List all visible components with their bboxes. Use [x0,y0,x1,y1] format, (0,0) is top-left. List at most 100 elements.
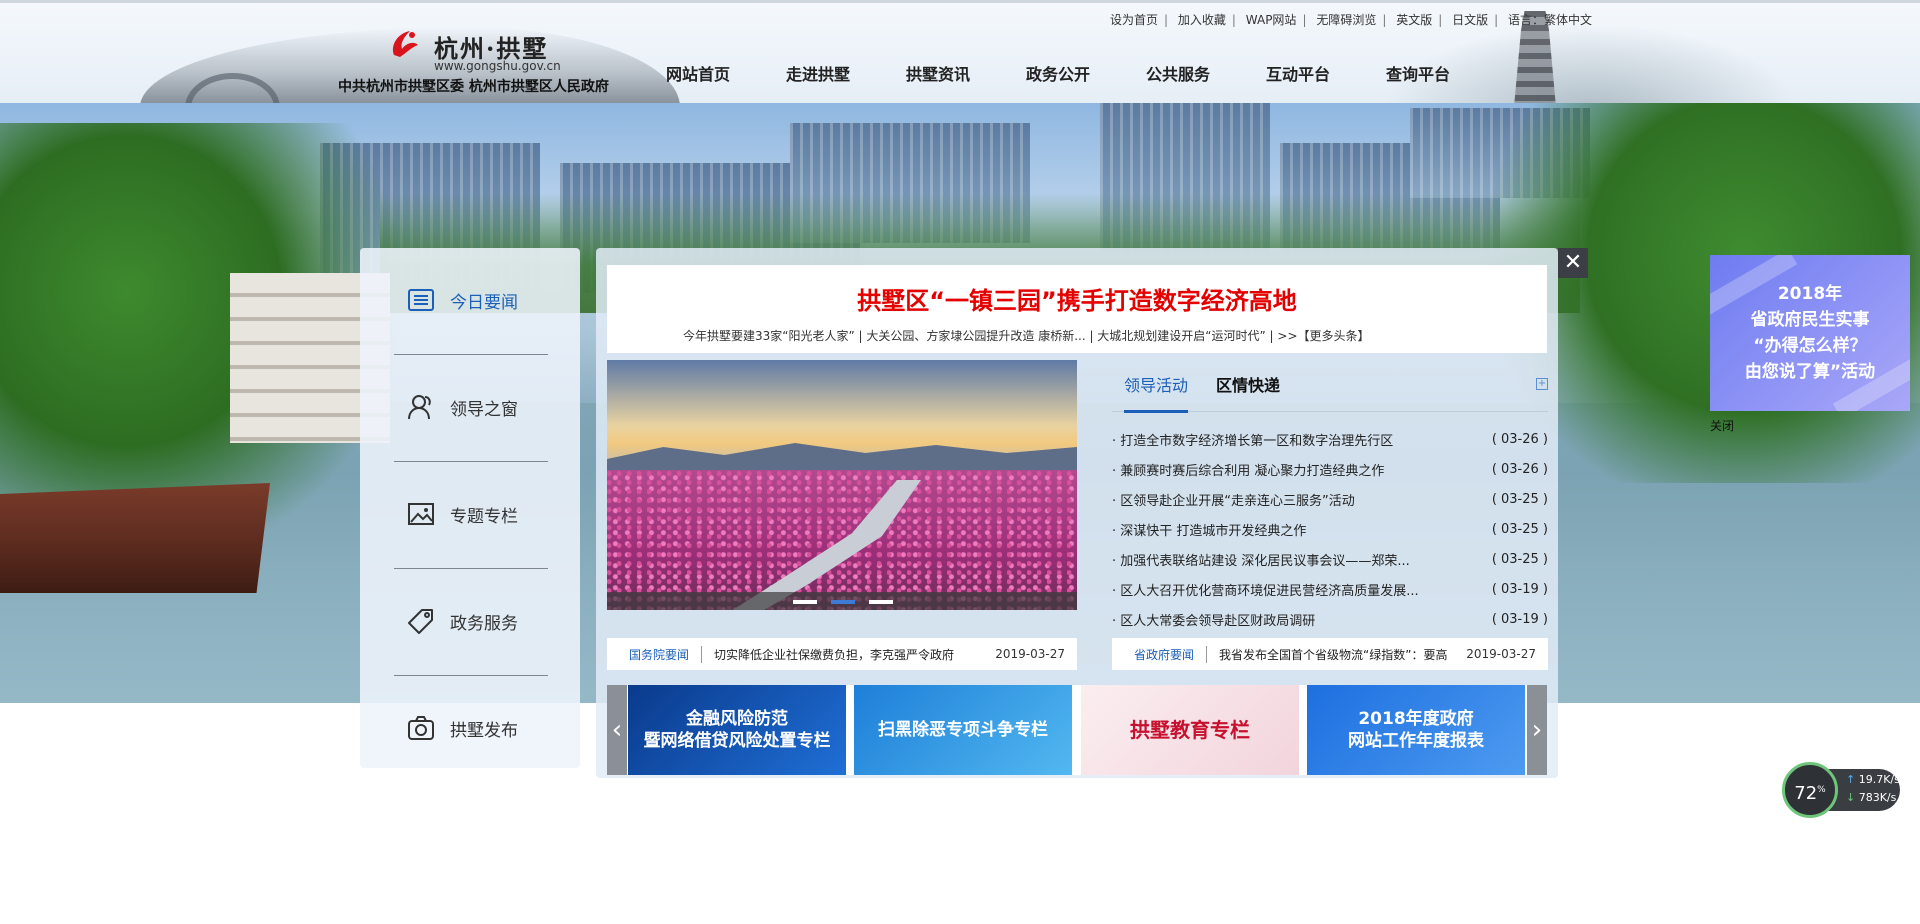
link-accessibility[interactable]: 无障碍浏览 [1316,13,1376,27]
list-item[interactable]: · 兼顾赛时赛后综合利用 凝心聚力打造经典之作 ( 03-26 ) [1112,454,1548,484]
ad-line: 由您说了算”活动 [1744,362,1876,382]
memory-usage-gauge: 72% [1782,762,1838,818]
site-logo[interactable]: 杭州·拱墅 www.gongshu.gov.cn [388,23,588,79]
top-links: 设为首页 | 加入收藏 | WAP网站 | 无障碍浏览 | 英文版 | 日文版 | 语言：繁… [1110,13,1592,27]
ticker-date: 2019-03-27 [995,647,1065,661]
boat-decoration [0,483,270,593]
sidebar-item-today-news[interactable]: 今日要闻 [406,285,556,315]
sidebar-item-label: 拱墅发布 [450,720,518,741]
news-date: ( 03-19 ) [1491,581,1548,597]
ad-text: 2018年 省政府民生实事 “办得怎么样？ 由您说了算”活动 [1710,281,1910,385]
download-value: 783 [1858,791,1880,804]
news-date: ( 03-26 ) [1491,461,1548,477]
ticker-state-council[interactable]: 国务院要闻 切实降低企业社保缴费负担，李克强严令政府 2019-03-27 [607,638,1077,670]
list-item[interactable]: · 深谋快干 打造城市开发经典之作 ( 03-25 ) [1112,514,1548,544]
ad-line: 省政府民生实事 [1750,310,1870,330]
nav-home[interactable]: 网站首页 [666,61,786,85]
news-date: ( 03-25 ) [1491,551,1548,567]
link-add-favorite[interactable]: 加入收藏 [1178,13,1226,27]
download-unit: K/s [1879,791,1897,804]
logo-url: www.gongshu.gov.cn [434,59,561,73]
sidebar-divider [394,354,548,355]
nav-interaction[interactable]: 互动平台 [1266,61,1386,85]
sidebar: 今日要闻 领导之窗 专题专栏 政务服务 拱墅发布 [360,248,580,768]
promo-line: 金融风险防范 [686,708,788,729]
promo-line: 暨网络借贷风险处置专栏 [643,731,831,751]
promo-line: 网站工作年度报表 [1348,731,1484,751]
nav-news[interactable]: 拱墅资讯 [906,61,1026,85]
nav-query[interactable]: 查询平台 [1386,61,1506,85]
upload-unit: K/s [1883,773,1900,786]
link-language-traditional[interactable]: 语言：繁体中文 [1508,13,1592,27]
sidebar-item-release[interactable]: 拱墅发布 [406,713,556,743]
list-item[interactable]: · 打造全市数字经济增长第一区和数字治理先行区 ( 03-26 ) [1112,424,1548,454]
list-item[interactable]: · 加强代表联络站建设 深化居民议事会议——郑荣... ( 03-25 ) [1112,544,1548,574]
link-set-homepage[interactable]: 设为首页 [1110,13,1158,27]
promo-next-button[interactable]: › [1527,685,1547,775]
sidebar-item-label: 领导之窗 [450,399,518,420]
promo-financial-risk[interactable]: 金融风险防范 暨网络借贷风险处置专栏 [628,685,846,775]
ticker-text: 切实降低企业社保缴费负担，李克强严令政府 [714,647,955,662]
logo-mark-icon [392,31,418,57]
carousel-dot[interactable] [793,600,817,604]
news-title: · 区人大常委会领导赴区财政局调研 [1112,613,1316,629]
sidebar-divider [394,461,548,462]
carousel-dot[interactable] [869,600,893,604]
promo-education[interactable]: 拱墅教育专栏 [1081,685,1299,775]
site-header: 杭州·拱墅 www.gongshu.gov.cn 中共杭州市拱墅区委 杭州市拱墅… [0,0,1920,103]
news-date: ( 03-26 ) [1491,431,1548,447]
news-list: · 打造全市数字经济增长第一区和数字治理先行区 ( 03-26 ) · 兼顾赛时… [1112,424,1548,634]
nav-public-service[interactable]: 公共服务 [1146,61,1266,85]
tab-leader-activities[interactable]: 领导活动 [1124,372,1189,413]
carousel-photo[interactable] [607,360,1077,610]
upload-value: 19.7 [1858,773,1884,786]
memory-percent-unit: % [1817,785,1826,795]
promo-annual-report[interactable]: 2018年度政府 网站工作年度报表 [1307,685,1525,775]
news-title: · 加强代表联络站建设 深化居民议事会议——郑荣... [1112,553,1410,569]
list-item[interactable]: · 区领导赴企业开展“走亲连心三服务”活动 ( 03-25 ) [1112,484,1548,514]
headline-title[interactable]: 拱墅区“一镇三园”携手打造数字经济高地 [607,281,1547,316]
link-english[interactable]: 英文版 [1396,13,1432,27]
tag-icon [408,609,433,634]
news-title: · 打造全市数字经济增长第一区和数字治理先行区 [1112,433,1394,449]
upload-speed: ↑ 19.7K/s [1846,773,1900,786]
list-item[interactable]: · 区人大召开优化营商环境促进民营经济高质量发展... ( 03-19 ) [1112,574,1548,604]
news-title: · 区领导赴企业开展“走亲连心三服务”活动 [1112,493,1355,509]
organization-name: 中共杭州市拱墅区委 杭州市拱墅区人民政府 [338,79,609,95]
link-wap[interactable]: WAP网站 [1246,13,1297,27]
promo-prev-button[interactable]: ‹ [607,685,627,775]
image-icon [408,503,434,525]
sidebar-item-label: 今日要闻 [450,292,518,313]
more-plus-icon[interactable]: + [1536,378,1548,390]
ad-line: “办得怎么样？ [1753,336,1867,356]
ad-close-link[interactable]: 关闭 [1710,417,1734,434]
floating-ad[interactable]: 2018年 省政府民生实事 “办得怎么样？ 由您说了算”活动 [1710,255,1910,411]
close-icon[interactable]: ✕ [1558,248,1588,278]
people-icon [408,395,431,420]
sidebar-item-gov-service[interactable]: 政务服务 [406,606,556,636]
download-arrow-icon: ↓ [1846,791,1856,804]
camera-icon [408,716,434,740]
headline-subnews[interactable]: 今年拱墅要建33家“阳光老人家” | 大关公园、方家埭公园提升改造 康桥新...… [683,327,1370,344]
upload-arrow-icon: ↑ [1846,773,1856,786]
ticker-source: 国务院要闻 [607,645,703,663]
link-japanese[interactable]: 日文版 [1452,13,1488,27]
carousel-dot-active[interactable] [831,600,855,604]
ticker-text: 我省发布全国首个省级物流“绿指数”：要高 [1219,647,1448,662]
news-date: ( 03-25 ) [1491,521,1548,537]
sidebar-item-special-topics[interactable]: 专题专栏 [406,499,556,529]
list-item[interactable]: · 区人大常委会领导赴区财政局调研 ( 03-19 ) [1112,604,1548,634]
ticker-provincial[interactable]: 省政府要闻 我省发布全国首个省级物流“绿指数”：要高 2019-03-27 [1112,638,1548,670]
network-speed-widget[interactable]: 72% ↑ 19.7K/s ↓ 783K/s [1782,762,1900,818]
nav-gov-open[interactable]: 政务公开 [1026,61,1146,85]
promo-line: 拱墅教育专栏 [1130,718,1250,742]
download-speed: ↓ 783K/s [1846,791,1896,804]
tab-district-express[interactable]: 区情快递 [1216,372,1280,396]
sidebar-divider [394,568,548,569]
sidebar-item-leaders[interactable]: 领导之窗 [406,392,556,422]
memory-percent: 72 [1794,783,1818,804]
nav-about[interactable]: 走进拱墅 [786,61,906,85]
promo-line: 2018年度政府 [1358,708,1474,729]
promo-anti-crime[interactable]: 扫黑除恶专项斗争专栏 [854,685,1072,775]
news-title: · 区人大召开优化营商环境促进民营经济高质量发展... [1112,583,1419,599]
